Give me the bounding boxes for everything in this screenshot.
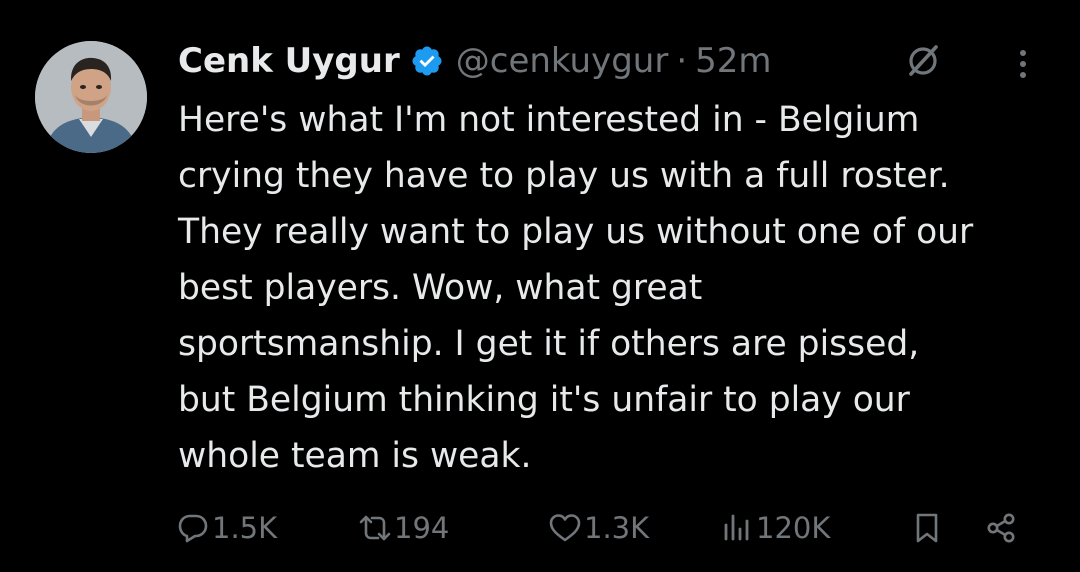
like-count: 1.3K [584,511,650,545]
heart-icon [549,514,581,542]
reply-button[interactable]: 1.5K [176,500,277,556]
tweet-header: Cenk Uygur @cenkuygur · 52m [178,38,772,84]
author-name[interactable]: Cenk Uygur [178,41,400,81]
reply-count: 1.5K [212,511,278,545]
verified-badge-icon[interactable] [410,44,444,78]
like-button[interactable]: 1.3K [548,500,649,556]
action-bar: 1.5K 194 1.3K 120K [0,500,1080,556]
repost-count: 194 [394,511,450,545]
avatar[interactable] [35,41,147,153]
more-vertical-icon[interactable] [1003,44,1043,84]
separator-dot: · [676,41,688,81]
bookmark-icon [916,513,938,543]
share-button[interactable] [984,500,1018,556]
avatar-image [35,41,147,153]
tweet-text: Here's what I'm not interested in - Belg… [178,100,974,476]
views-icon [724,514,749,541]
view-count: 120K [756,511,831,545]
repost-button[interactable]: 194 [358,500,449,556]
views-button[interactable]: 120K [720,500,830,556]
reply-icon [178,514,208,543]
share-icon [987,513,1015,543]
grok-icon[interactable] [903,41,943,81]
author-handle[interactable]: @cenkuygur [456,41,669,81]
repost-icon [359,515,391,541]
timestamp[interactable]: 52m [695,41,771,81]
bookmark-button[interactable] [910,500,944,556]
